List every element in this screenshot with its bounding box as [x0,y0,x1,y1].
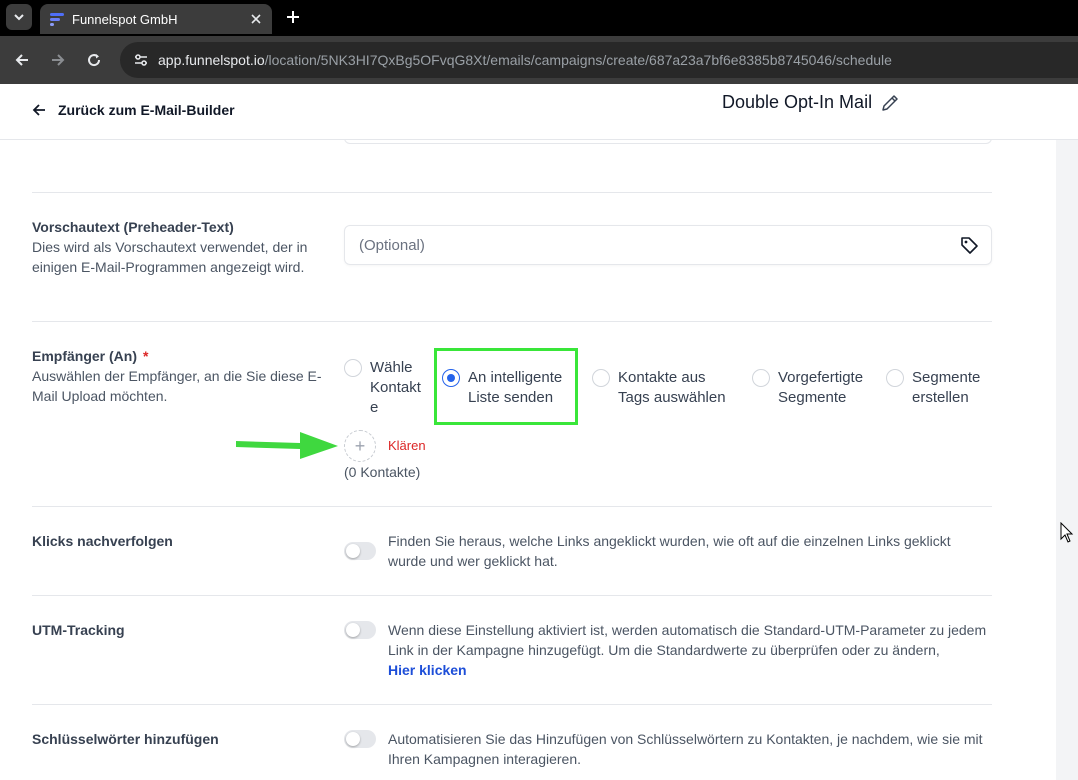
site-info-button[interactable] [130,49,152,71]
pencil-icon[interactable] [880,93,900,113]
mail-title: Double Opt-In Mail [722,92,900,113]
subject-input[interactable] [344,140,992,144]
plus-icon [287,11,299,23]
tab-search-button[interactable] [6,4,32,30]
form-scroll-area: Vorschautext (Preheader-Text) Dies wird … [0,140,1078,780]
radio-button[interactable] [752,369,770,387]
radio-option-create-segments[interactable]: Segmente erstellen [886,368,986,408]
recipients-label-text: Empfänger (An) [32,348,137,364]
clear-link[interactable]: Klären [388,438,426,453]
mail-title-text: Double Opt-In Mail [722,92,873,112]
click-tracking-description: Finden Sie heraus, welche Links angeklic… [388,533,951,569]
click-tracking-label: Klicks nachverfolgen [32,533,173,549]
radio-button[interactable] [592,369,610,387]
address-bar[interactable]: app.funnelspot.io/location/5NK3HI7QxBg5O… [120,42,1078,78]
radio-option-select-contacts[interactable]: Wähle Kontakt e [344,358,430,418]
utm-tracking-description: Wenn diese Einstellung aktiviert ist, we… [388,620,992,680]
forward-button[interactable] [46,48,70,72]
browser-tab-strip: Funnelspot GmbH [0,0,1078,36]
divider [32,192,992,193]
divider [32,595,992,596]
arrow-left-icon [15,54,28,66]
utm-description-text: Wenn diese Einstellung aktiviert ist, we… [388,622,987,658]
tune-icon [135,54,147,66]
preheader-input-wrapper [344,225,992,265]
new-tab-button[interactable] [282,6,304,28]
tag-icon[interactable] [959,235,979,255]
app-header: Zurück zum E-Mail-Builder Double Opt-In … [0,84,1078,140]
arrow-annotation-icon [236,432,338,459]
keywords-description: Automatisieren Sie das Hinzufügen von Sc… [388,731,983,767]
url-path: /location/5NK3HI7QxBg5OFvqG8Xt/emails/ca… [264,52,892,68]
recipients-help: Auswählen der Empfänger, an die Sie dies… [32,368,322,404]
chevron-down-icon [14,14,24,21]
divider [32,704,992,705]
keywords-label: Schlüsselwörter hinzufügen [32,731,219,747]
preheader-label: Vorschautext (Preheader-Text) [32,219,234,235]
radio-label: Wähle Kontakt e [370,359,421,416]
click-tracking-toggle[interactable] [344,542,376,560]
keywords-toggle[interactable] [344,730,376,748]
radio-label: Kontakte aus Tags auswählen [618,369,726,406]
divider [32,506,992,507]
plus-icon: + [354,435,366,456]
back-link-label: Zurück zum E-Mail-Builder [58,102,235,118]
close-icon [251,14,261,24]
radio-option-prebuilt-segments[interactable]: Vorgefertigte Segmente [752,368,876,408]
recipients-label: Empfänger (An) * [32,348,148,364]
hier-klicken-link[interactable]: Hier klicken [388,662,467,678]
reload-button[interactable] [82,48,106,72]
browser-toolbar: app.funnelspot.io/location/5NK3HI7QxBg5O… [0,36,1078,84]
highlight-annotation-box [434,348,578,425]
utm-tracking-toggle[interactable] [344,621,376,639]
radio-option-tags[interactable]: Kontakte aus Tags auswählen [592,368,738,408]
url-text: app.funnelspot.io/location/5NK3HI7QxBg5O… [158,52,892,68]
contacts-count: (0 Kontakte) [344,464,421,480]
radio-button[interactable] [886,369,904,387]
mouse-cursor-icon [1060,522,1074,543]
reload-icon [88,54,101,67]
tab-title: Funnelspot GmbH [72,11,178,27]
scrollbar[interactable] [1056,140,1078,780]
divider [32,321,992,322]
back-to-builder-link[interactable]: Zurück zum E-Mail-Builder [32,102,235,118]
arrow-left-icon [32,104,45,116]
radio-label: Segmente erstellen [912,369,981,406]
add-recipients-button[interactable]: + [344,430,376,462]
tab-close-button[interactable] [246,9,266,29]
arrow-right-icon [52,54,65,66]
required-mark: * [143,348,149,364]
preheader-input[interactable] [359,236,939,254]
radio-button[interactable] [344,359,362,377]
radio-label: Vorgefertigte Segmente [778,369,864,406]
utm-tracking-label: UTM-Tracking [32,622,125,638]
url-host: app.funnelspot.io [158,52,265,68]
browser-tab[interactable]: Funnelspot GmbH [40,4,272,34]
preheader-help: Dies wird als Vorschautext verwendet, de… [32,239,308,275]
back-button[interactable] [10,48,34,72]
funnelspot-logo-icon [50,13,64,26]
